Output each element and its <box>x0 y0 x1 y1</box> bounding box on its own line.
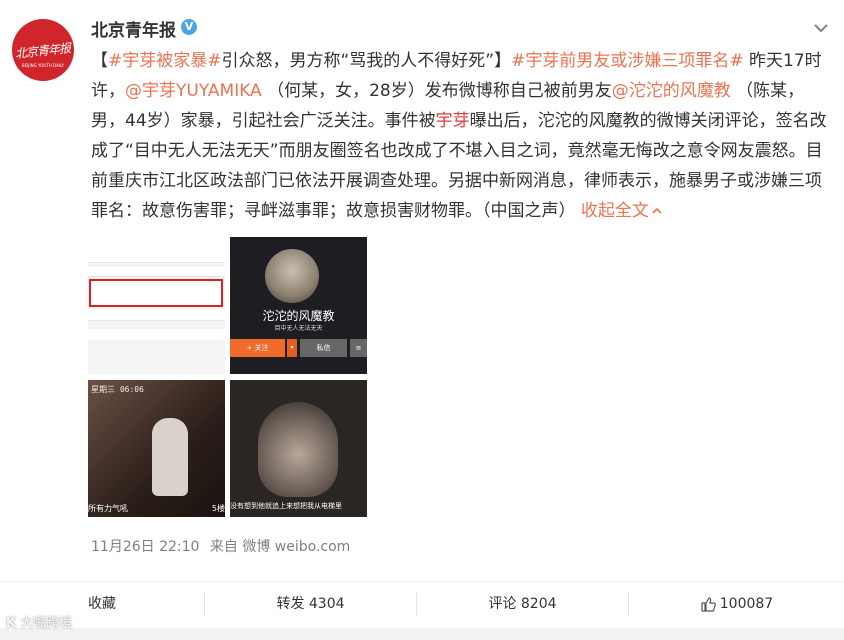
dropdown-icon: ▾ <box>287 339 297 357</box>
hashtag-link[interactable]: #宇芽前男友或涉嫌三项罪名# <box>511 51 744 71</box>
watermark: K 大嘴跨境 <box>6 612 72 631</box>
message-button-image: 私信 <box>300 339 347 357</box>
follow-button-image: + 关注 <box>230 339 285 357</box>
screenshot-row <box>88 267 225 277</box>
chevron-up-icon <box>652 207 662 214</box>
profile-photo <box>265 249 319 303</box>
text-segment: （何某，女，28岁）发布微博称自己被前男友 <box>261 81 612 101</box>
collapse-text-link[interactable]: 收起全文 <box>581 201 663 221</box>
cctv-timestamp: 星期三 06:06 <box>91 385 144 394</box>
avatar-logo-subtext: BEIJING YOUTH DAILY <box>21 63 65 68</box>
post-meta: 11月26日 22:10 来自 微博 weibo.com <box>91 536 350 556</box>
image-caption: 没有想到他就追上来想把我从电梯里 <box>230 502 342 510</box>
mention-link[interactable]: @沱沱的风魔教 <box>612 81 731 101</box>
avatar-logo-text: 北京青年报 <box>14 40 72 61</box>
avatar[interactable]: 北京青年报 BEIJING YOUTH DAILY <box>12 19 74 81</box>
screenshot-row <box>88 237 225 263</box>
text-bracket: 【 <box>91 51 108 71</box>
image-thumbnail-user-profile[interactable]: 沱沱的风魔教 目中无人无法无天 + 关注 ▾ 私信 ≡ <box>230 237 367 374</box>
profile-signature: 目中无人无法无天 <box>274 325 323 332</box>
source-prefix: 来自 <box>209 539 238 555</box>
action-bar: 收藏 转发 4304 评论 8204 100087 <box>0 581 844 628</box>
watermark-logo-icon: K <box>6 616 17 631</box>
image-caption: 所有力气吼 <box>88 504 128 513</box>
post-content: 【#宇芽被家暴#引众怒，男方称“骂我的人不得好死”】#宇芽前男友或涉嫌三项罪名#… <box>91 46 833 226</box>
collapse-label: 收起全文 <box>580 201 649 221</box>
highlighted-keyword: 宇芽 <box>435 111 470 131</box>
mention-link[interactable]: @宇芽YUYAMIKA <box>125 81 262 101</box>
thumbs-up-icon <box>701 597 716 612</box>
author-name[interactable]: 北京青年报 <box>91 16 176 41</box>
comment-button[interactable]: 评论 8204 <box>417 582 628 629</box>
like-count: 100087 <box>719 596 774 612</box>
hashtag-link[interactable]: #宇芽被家暴# <box>108 51 222 71</box>
menu-icon: ≡ <box>350 339 367 357</box>
image-thumbnail-profile-screenshot[interactable] <box>88 237 225 374</box>
chevron-down-icon[interactable] <box>811 18 831 38</box>
screenshot-button <box>88 329 225 340</box>
profile-name: 沱沱的风魔教 <box>262 309 335 323</box>
weibo-post-card: 北京青年报 BEIJING YOUTH DAILY 北京青年报 V 【#宇芽被家… <box>0 0 844 628</box>
verified-icon: V <box>181 19 197 35</box>
like-button[interactable]: 100087 <box>629 582 844 629</box>
person-face <box>258 402 338 497</box>
image-grid: 沱沱的风魔教 目中无人无法无天 + 关注 ▾ 私信 ≡ 星期三 06:06 所有… <box>88 237 368 518</box>
watermark-text: 大嘴跨境 <box>20 616 73 631</box>
text-segment: 引众怒，男方称“骂我的人不得好死”】 <box>221 51 512 71</box>
repost-button[interactable]: 转发 4304 <box>205 582 416 629</box>
image-thumbnail-elevator-cctv[interactable]: 星期三 06:06 所有力气吼 5楼 <box>88 380 225 517</box>
image-caption: 5楼 <box>211 504 225 513</box>
person-figure <box>152 418 188 496</box>
post-timestamp[interactable]: 11月26日 22:10 <box>91 539 199 555</box>
highlight-box <box>89 279 223 307</box>
post-source[interactable]: 微博 weibo.com <box>242 539 350 555</box>
image-thumbnail-video-still[interactable]: 没有想到他就追上来想把我从电梯里 <box>230 380 367 517</box>
screenshot-row <box>88 309 225 321</box>
